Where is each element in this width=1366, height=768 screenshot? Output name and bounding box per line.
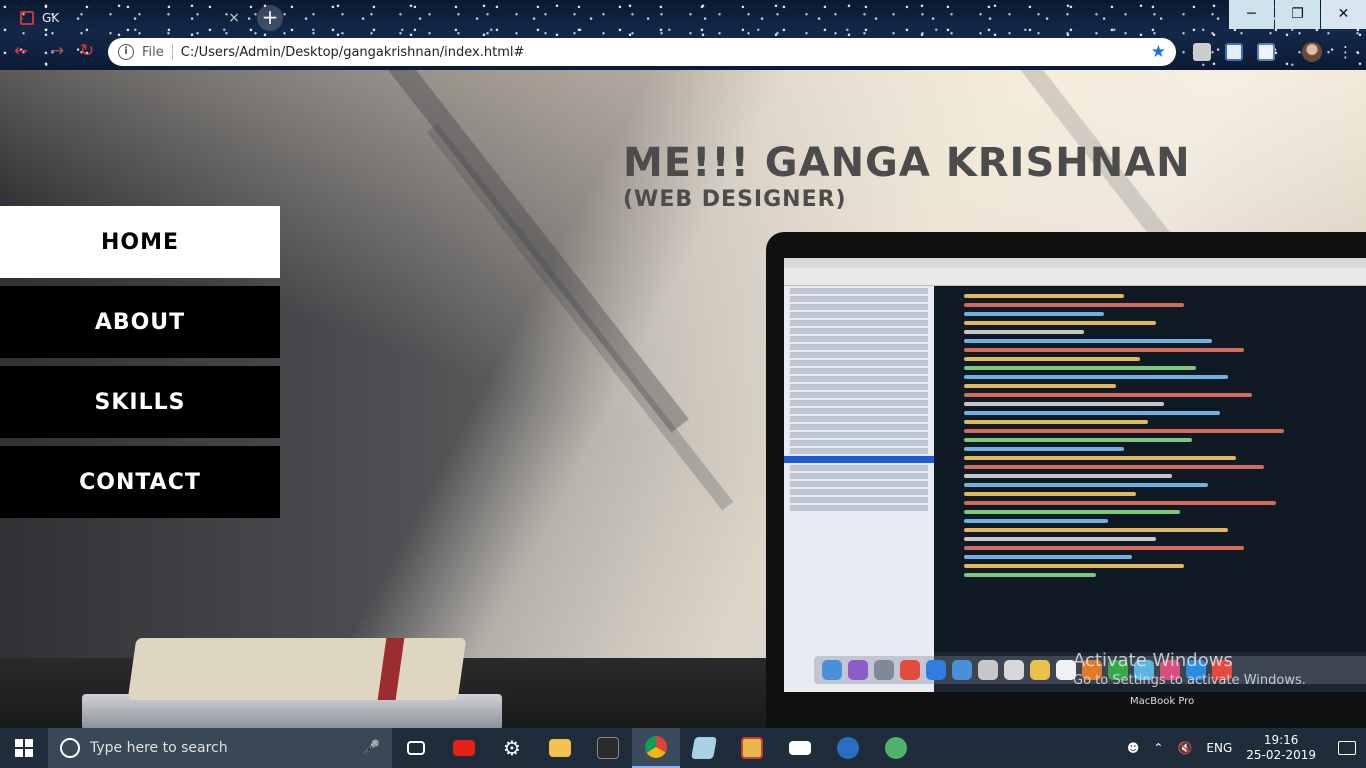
browser-menu-icon[interactable]: ⋮ [1338, 42, 1353, 62]
watermark-title: Activate Windows [1073, 650, 1233, 671]
watermark-subtitle: Go to Settings to activate Windows. [1073, 673, 1306, 688]
screen-toolbar [784, 268, 1366, 286]
site-info-icon[interactable]: i [118, 44, 134, 60]
url-text[interactable]: C:/Users/Admin/Desktop/gangakrishnan/ind… [181, 45, 525, 60]
system-clock[interactable]: 19:16 25-02-2019 [1246, 733, 1316, 763]
xampp-icon[interactable] [728, 728, 776, 768]
volume-muted-icon[interactable]: 🔇 [1177, 741, 1192, 755]
window-close-button[interactable]: ✕ [1321, 0, 1366, 29]
window-restore-button[interactable]: ❐ [1275, 0, 1320, 29]
bookmark-star-icon[interactable]: ★ [1151, 42, 1166, 62]
address-bar[interactable]: i File C:/Users/Admin/Desktop/gangakrish… [108, 38, 1176, 66]
back-arrow-icon[interactable]: ← [10, 40, 32, 62]
extension-page-icon[interactable] [1257, 43, 1275, 61]
clock-date: 25-02-2019 [1246, 748, 1316, 762]
cortana-icon [60, 738, 80, 758]
page-title: ME!!! GANGA KRISHNAN [623, 140, 1191, 186]
page-viewport: ME!!! GANGA KRISHNAN (WEB DESIGNER) HOME… [0, 70, 1366, 728]
youtube-icon[interactable] [440, 728, 488, 768]
side-navigation: HOME ABOUT SKILLS CONTACT [0, 206, 280, 526]
nav-contact-button[interactable]: CONTACT [0, 446, 280, 518]
page-favicon-icon [20, 11, 34, 25]
windows-taskbar: Type here to search 🎤 ⚙ ☻ ⌃ 🔇 ENG 19:16 … [0, 728, 1366, 768]
screen-code-editor [934, 286, 1366, 652]
settings-gear-icon[interactable]: ⚙ [488, 728, 536, 768]
microphone-icon[interactable]: 🎤 [363, 740, 380, 756]
new-tab-button[interactable]: + [257, 5, 283, 31]
system-tray: ☻ ⌃ 🔇 ENG 19:16 25-02-2019 [1127, 733, 1366, 763]
notepad-icon[interactable] [680, 728, 728, 768]
task-view-icon[interactable] [392, 728, 440, 768]
atom-editor-icon[interactable] [872, 728, 920, 768]
tab-title: GK [42, 11, 60, 25]
mysql-workbench-icon[interactable] [584, 728, 632, 768]
nav-skills-button[interactable]: SKILLS [0, 366, 280, 438]
windows-logo-icon [15, 739, 33, 757]
laptop-screen [784, 258, 1366, 692]
window-minimize-button[interactable]: ─ [1229, 0, 1274, 29]
nav-about-button[interactable]: ABOUT [0, 286, 280, 358]
browser-tab[interactable]: GK × [8, 4, 248, 32]
action-center-icon[interactable] [1338, 741, 1356, 755]
laptop-brand-label: MacBook Pro [1130, 696, 1195, 707]
mail-icon[interactable] [776, 728, 824, 768]
people-icon[interactable]: ☻ [1127, 741, 1140, 755]
file-explorer-icon[interactable] [536, 728, 584, 768]
reload-icon[interactable]: ↻ [76, 40, 98, 62]
taskbar-search-placeholder: Type here to search [90, 740, 228, 756]
page-subtitle: (WEB DESIGNER) [623, 187, 847, 212]
forward-arrow-icon[interactable]: → [46, 40, 68, 62]
address-divider [171, 44, 173, 60]
screen-file-tree [784, 286, 934, 692]
profile-avatar[interactable] [1302, 42, 1322, 62]
show-hidden-icons-chevron-icon[interactable]: ⌃ [1153, 741, 1163, 755]
clock-time: 19:16 [1263, 733, 1299, 747]
tab-close-icon[interactable]: × [228, 10, 240, 26]
extension-camera-icon[interactable] [1193, 43, 1211, 61]
browser-chrome: GK × + ─ ❐ ✕ ← → ↻ i File C:/Users/Admin… [0, 0, 1366, 70]
notebook-image [82, 638, 502, 728]
chrome-icon[interactable] [632, 728, 680, 768]
r-language-icon[interactable] [824, 728, 872, 768]
nav-home-button[interactable]: HOME [0, 206, 280, 278]
screen-menubar [784, 258, 1366, 268]
activate-windows-watermark: Activate Windows Go to Settings to activ… [1073, 650, 1306, 688]
url-scheme-label: File [142, 44, 164, 60]
extension-diamond-icon[interactable] [1225, 43, 1243, 61]
input-language[interactable]: ENG [1206, 741, 1232, 755]
taskbar-search[interactable]: Type here to search 🎤 [48, 728, 392, 768]
hero-heading: ME!!! GANGA KRISHNAN (WEB DESIGNER) [623, 140, 1191, 214]
start-button[interactable] [0, 728, 48, 768]
